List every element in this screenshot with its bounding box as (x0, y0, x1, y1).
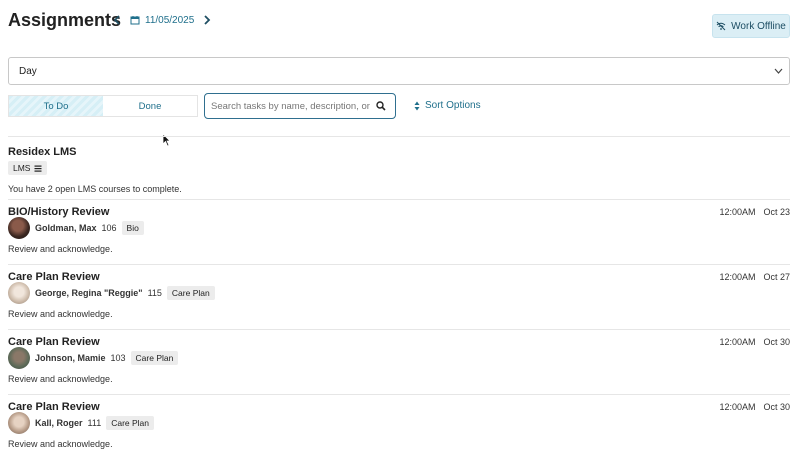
lms-description: You have 2 open LMS courses to complete. (8, 184, 182, 194)
resident-room: 106 (101, 223, 117, 233)
task-item[interactable]: Care Plan Review 12:00AM Oct 27 George, … (8, 271, 790, 325)
task-tag: Care Plan (166, 286, 215, 300)
task-resident: Goldman, Max 106 Bio (8, 217, 144, 239)
task-item[interactable]: Care Plan Review 12:00AM Oct 30 Kall, Ro… (8, 401, 790, 450)
chevron-left-icon[interactable] (110, 12, 124, 28)
task-description: Review and acknowledge. (8, 244, 113, 254)
task-tag: Care Plan (130, 351, 179, 365)
lms-tag[interactable]: LMS (8, 161, 48, 175)
lms-tag-label: LMS (13, 163, 31, 173)
sort-options-label: Sort Options (425, 100, 481, 111)
chevron-down-icon (774, 68, 783, 74)
task-date: Oct 23 (763, 207, 790, 217)
date-value: 11/05/2025 (145, 14, 195, 26)
avatar (8, 282, 30, 304)
task-date: Oct 30 (763, 402, 790, 412)
resident-room: 103 (110, 353, 126, 363)
page-title: Assignments (8, 10, 122, 30)
task-due: 12:00AM Oct 23 (719, 207, 790, 217)
menu-icon (34, 165, 42, 172)
task-time: 12:00AM (719, 272, 756, 282)
divider (8, 264, 790, 265)
task-resident: Johnson, Mamie 103 Care Plan (8, 347, 179, 369)
search-input[interactable] (211, 100, 371, 112)
view-select-value: Day (19, 65, 37, 77)
task-tag: Bio (121, 221, 144, 235)
resident-name: Johnson, Mamie (35, 353, 106, 363)
search-box (204, 93, 396, 119)
resident-room: 115 (147, 288, 162, 298)
task-item[interactable]: BIO/History Review 12:00AM Oct 23 Goldma… (8, 206, 790, 260)
task-description: Review and acknowledge. (8, 309, 113, 319)
view-select[interactable]: Day (8, 57, 790, 85)
lms-section: Residex LMS LMS You have 2 open LMS cour… (8, 146, 790, 194)
avatar (8, 347, 30, 369)
divider (8, 199, 790, 200)
chevron-right-icon[interactable] (200, 12, 214, 28)
avatar (8, 217, 30, 239)
tab-done[interactable]: Done (103, 96, 197, 116)
calendar-icon (130, 16, 140, 25)
resident-room: 111 (87, 418, 102, 428)
task-time: 12:00AM (719, 337, 756, 347)
sort-icon (414, 101, 420, 110)
resident-name: Kall, Roger (35, 418, 83, 428)
search-icon[interactable] (376, 101, 386, 111)
work-offline-label: Work Offline (731, 20, 786, 32)
wifi-off-icon (716, 21, 726, 31)
lms-title: Residex LMS (8, 146, 77, 158)
divider (8, 136, 790, 137)
task-resident: George, Regina "Reggie" 115 Care Plan (8, 282, 215, 304)
work-offline-button[interactable]: Work Offline (712, 14, 790, 38)
divider (8, 394, 790, 395)
task-date: Oct 27 (763, 272, 790, 282)
sort-options-button[interactable]: Sort Options (414, 100, 481, 111)
task-item[interactable]: Care Plan Review 12:00AM Oct 30 Johnson,… (8, 336, 790, 390)
task-description: Review and acknowledge. (8, 439, 113, 449)
avatar (8, 412, 30, 434)
resident-name: Goldman, Max (35, 223, 97, 233)
task-resident: Kall, Roger 111 Care Plan (8, 412, 155, 434)
task-date: Oct 30 (763, 337, 790, 347)
task-due: 12:00AM Oct 30 (719, 337, 790, 347)
status-toggle: To Do Done (8, 95, 198, 117)
task-tag: Care Plan (106, 416, 155, 430)
page-header: Assignments 11/05/2025 Work Offline (8, 8, 792, 40)
divider (8, 329, 790, 330)
task-due: 12:00AM Oct 27 (719, 272, 790, 282)
date-navigator: 11/05/2025 (110, 12, 214, 28)
tab-to-do[interactable]: To Do (9, 96, 103, 116)
task-time: 12:00AM (719, 207, 756, 217)
task-due: 12:00AM Oct 30 (719, 402, 790, 412)
resident-name: George, Regina "Reggie" (35, 288, 143, 298)
task-description: Review and acknowledge. (8, 374, 113, 384)
task-time: 12:00AM (719, 402, 756, 412)
date-picker[interactable]: 11/05/2025 (130, 15, 194, 26)
